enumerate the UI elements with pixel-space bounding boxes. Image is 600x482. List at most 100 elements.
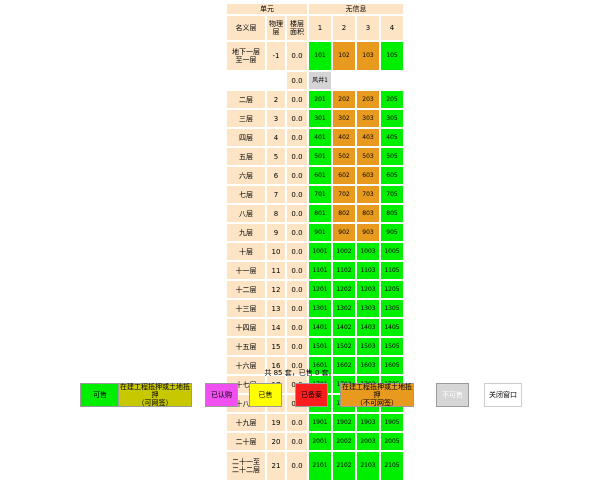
unit-cell[interactable]: 105: [381, 42, 403, 70]
unit-cell[interactable]: 1002: [333, 243, 355, 260]
unit-cell[interactable]: 302: [333, 110, 355, 127]
floor-name: 十五层: [227, 338, 265, 355]
unit-cell[interactable]: 603: [357, 167, 379, 184]
floor-row: 五层 5 0.0 501 502 503 505: [227, 148, 403, 165]
unit-cell[interactable]: 802: [333, 205, 355, 222]
unit-cell[interactable]: 805: [381, 205, 403, 222]
legend-sold-label: 已售: [258, 391, 273, 399]
floor-name: 二层: [227, 91, 265, 108]
unit-cell[interactable]: 501: [309, 148, 331, 165]
unit-cell[interactable]: 风井1: [309, 72, 331, 89]
unit-cell[interactable]: 2105: [381, 452, 403, 480]
unit-cell[interactable]: 1201: [309, 281, 331, 298]
unit-cell[interactable]: 1401: [309, 319, 331, 336]
floor-row: 十三层 13 0.0 1301 1302 1303 1305: [227, 300, 403, 317]
physical-floor: 8: [267, 205, 285, 222]
floor-area: 0.0: [287, 167, 307, 184]
unit-cell[interactable]: 1202: [333, 281, 355, 298]
unit-cell[interactable]: 303: [357, 110, 379, 127]
unit-cell[interactable]: 503: [357, 148, 379, 165]
unit-cell[interactable]: 1905: [381, 414, 403, 431]
unit-cell[interactable]: 602: [333, 167, 355, 184]
unit-cell[interactable]: 902: [333, 224, 355, 241]
unit-cell[interactable]: 803: [357, 205, 379, 222]
floor-row: 二层 2 0.0 201 202 203 205: [227, 91, 403, 108]
unit-cell[interactable]: 405: [381, 129, 403, 146]
unit-cell[interactable]: 801: [309, 205, 331, 222]
unit-cell[interactable]: 2001: [309, 433, 331, 450]
unit-cell[interactable]: 901: [309, 224, 331, 241]
unit-cell[interactable]: 1305: [381, 300, 403, 317]
legend-sold: 已售: [249, 383, 282, 407]
unit-cell[interactable]: 305: [381, 110, 403, 127]
legend-mortgaged-signable: 在建工程抵押或土地抵押 （可网签）: [118, 383, 192, 407]
unit-cell[interactable]: 502: [333, 148, 355, 165]
unit-cell[interactable]: 1205: [381, 281, 403, 298]
unit-cell[interactable]: 1303: [357, 300, 379, 317]
legend-for-sale: 可售: [80, 383, 120, 407]
unit-cell[interactable]: 1505: [381, 338, 403, 355]
floor-row: 二十一至 二十二层 21 0.0 2101 2102 2103 2105: [227, 452, 403, 480]
floor-name: 十三层: [227, 300, 265, 317]
unit-cell[interactable]: 101: [309, 42, 331, 70]
unit-cell[interactable]: 705: [381, 186, 403, 203]
unit-cell[interactable]: 203: [357, 91, 379, 108]
unit-cell[interactable]: 1902: [333, 414, 355, 431]
unit-cell[interactable]: 1302: [333, 300, 355, 317]
unit-cell[interactable]: 1501: [309, 338, 331, 355]
unit-cell[interactable]: 202: [333, 91, 355, 108]
unit-cell[interactable]: 403: [357, 129, 379, 146]
unit-cell[interactable]: 702: [333, 186, 355, 203]
unit-cell[interactable]: 301: [309, 110, 331, 127]
unit-cell[interactable]: 1003: [357, 243, 379, 260]
unit-cell[interactable]: 1403: [357, 319, 379, 336]
floor-row: 八层 8 0.0 801 802 803 805: [227, 205, 403, 222]
legend-subscribed-label: 已认购: [211, 391, 232, 399]
unit-cell[interactable]: 703: [357, 186, 379, 203]
floor-row: 0.0 风井1: [227, 72, 403, 89]
unit-cell[interactable]: 2005: [381, 433, 403, 450]
unit-cell[interactable]: 605: [381, 167, 403, 184]
floor-name: 地下一层 至一层: [227, 42, 265, 70]
unit-cell[interactable]: 505: [381, 148, 403, 165]
unit-cell[interactable]: 205: [381, 91, 403, 108]
unit-cell[interactable]: 102: [333, 42, 355, 70]
unit-cell[interactable]: 1402: [333, 319, 355, 336]
unit-cell[interactable]: 2002: [333, 433, 355, 450]
unit-cell[interactable]: 2101: [309, 452, 331, 480]
physical-floor: 7: [267, 186, 285, 203]
legend-mortgaged-signable-label: 在建工程抵押或土地抵押 （可网签）: [120, 383, 190, 407]
unit-cell[interactable]: 2102: [333, 452, 355, 480]
close-window-button[interactable]: 关闭窗口: [484, 383, 522, 407]
unit-cell[interactable]: 905: [381, 224, 403, 241]
unit-cell[interactable]: 1102: [333, 262, 355, 279]
unit-cell[interactable]: 1103: [357, 262, 379, 279]
unit-cell[interactable]: 401: [309, 129, 331, 146]
unit-cell[interactable]: 1502: [333, 338, 355, 355]
floor-area: 0.0: [287, 186, 307, 203]
floor-area: 0.0: [287, 433, 307, 450]
unit-cell[interactable]: 2003: [357, 433, 379, 450]
floor-name: 二十层: [227, 433, 265, 450]
unit-cell[interactable]: 103: [357, 42, 379, 70]
floor-name: 十一层: [227, 262, 265, 279]
unit-cell[interactable]: 2103: [357, 452, 379, 480]
unit-cell[interactable]: 1901: [309, 414, 331, 431]
unit-column-header: 4: [381, 16, 403, 40]
unit-cell[interactable]: 701: [309, 186, 331, 203]
unit-cell[interactable]: 601: [309, 167, 331, 184]
unit-cell[interactable]: 1405: [381, 319, 403, 336]
unit-cell[interactable]: 1903: [357, 414, 379, 431]
unit-cell[interactable]: 402: [333, 129, 355, 146]
unit-cell[interactable]: 1301: [309, 300, 331, 317]
unit-cell[interactable]: 903: [357, 224, 379, 241]
unit-cell[interactable]: 1203: [357, 281, 379, 298]
unit-cell[interactable]: 1005: [381, 243, 403, 260]
unit-cell[interactable]: 1105: [381, 262, 403, 279]
unit-cell[interactable]: 201: [309, 91, 331, 108]
unit-cell[interactable]: 1001: [309, 243, 331, 260]
unit-cell[interactable]: 1101: [309, 262, 331, 279]
physical-floor: 20: [267, 433, 285, 450]
floor-area: 0.0: [287, 338, 307, 355]
unit-cell[interactable]: 1503: [357, 338, 379, 355]
